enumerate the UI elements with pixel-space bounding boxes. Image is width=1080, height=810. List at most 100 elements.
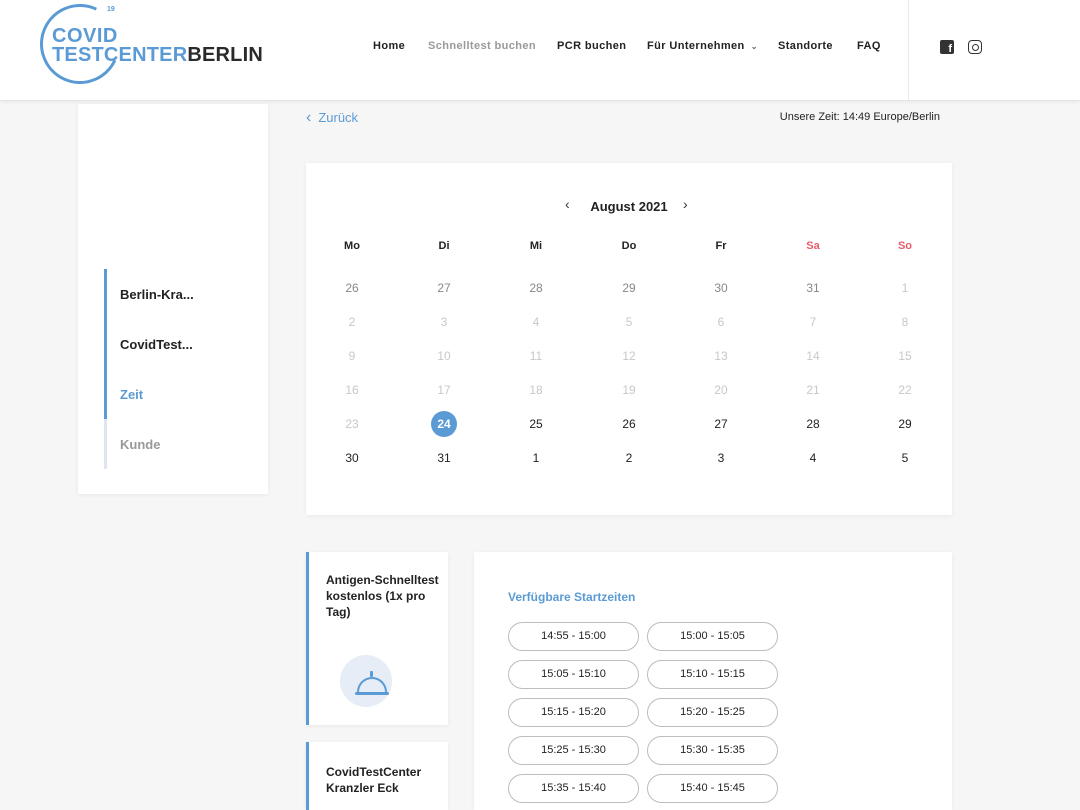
step-label: Kunde [120,436,161,452]
calendar-day[interactable]: 3 [675,441,767,475]
chevron-down-icon: ⌄ [750,42,758,51]
calendar-day[interactable]: 1 [490,441,582,475]
available-times-panel: Verfügbare Startzeiten 14:55 - 15:00 15:0… [474,552,952,810]
calendar-day: 13 [714,349,728,363]
nav-home[interactable]: Home [373,40,405,52]
location-title: CovidTestCenter Kranzler Eck [326,765,422,795]
calendar-day[interactable]: 5 [859,441,951,475]
calendar-day[interactable]: 2 [583,441,675,475]
nav-label: PCR buchen [557,40,627,52]
calendar-day[interactable]: 24 [398,407,490,441]
calendar-day: 18 [529,383,543,397]
time-slot-button[interactable]: 15:20 - 15:25 [647,698,778,727]
nav-faq[interactable]: FAQ [857,40,881,52]
chevron-left-icon: ‹ [306,108,312,126]
nav-f-r-unternehmen[interactable]: Für Unternehmen ⌄ [647,40,758,52]
service-title: Antigen-Schnelltest kostenlos (1x pro Ta… [326,573,439,619]
facebook-icon[interactable]: f [940,40,954,55]
step-label: Zeit [120,386,144,402]
step-1[interactable]: Berlin-Kra... [104,269,264,319]
time-slot-button[interactable]: 15:30 - 15:35 [647,736,778,765]
nav-pcr-buchen[interactable]: PCR buchen [557,40,626,52]
calendar-day[interactable]: 26 [583,407,675,441]
time-slot-button[interactable]: 15:35 - 15:40 [508,774,639,803]
calendar-day: 7 [809,315,817,329]
calendar-day: 12 [622,349,636,363]
nav-label: Home [373,40,406,52]
time-slot-button[interactable]: 15:00 - 15:05 [647,622,778,651]
calendar-day: 30 [714,281,728,295]
back-label: Zurück [318,110,359,125]
calendar-day: 15 [898,349,912,363]
calendar-day[interactable]: 25 [490,407,582,441]
step-list: Berlin-Kra... CovidTest... Zeit Kunde [104,269,264,469]
calendar-day: 11 [529,349,543,363]
nav-standorte[interactable]: Standorte [778,40,833,52]
calendar-day: 26 [345,281,359,295]
logo[interactable]: 19 COVID TESTCENTERBERLIN [28,0,270,96]
calendar-day: 3 [440,315,448,329]
nav-label: FAQ [857,40,881,52]
calendar-day: 19 [622,383,636,397]
step-label: CovidTest... [120,336,193,352]
weekday-so: So [897,240,913,252]
calendar-day[interactable]: 27 [675,407,767,441]
service-card[interactable]: Antigen-Schnelltest kostenlos (1x pro Ta… [306,552,448,725]
calendar-day: 10 [437,349,451,363]
calendar-day: 21 [806,383,820,397]
calendar-month: August 2021 [590,199,668,214]
logo-line-2: TESTCENTERBERLIN [52,44,263,67]
calendar-day: 27 [437,281,451,295]
nav-schnelltest-buchen[interactable]: Schnelltest buchen [428,40,536,52]
calendar-day[interactable]: 28 [767,407,859,441]
location-card[interactable]: CovidTestCenter Kranzler Eck [306,742,448,810]
weekday-di: Di [438,240,450,252]
calendar-day: 14 [806,349,820,363]
calendar-day: 6 [717,315,725,329]
calendar-day[interactable]: 4 [767,441,859,475]
calendar: ‹ August 2021 › Mo Di Mi Do Fr Sa So 26 27 28 29 3… [306,163,952,515]
time-slot-button[interactable]: 15:10 - 15:15 [647,660,778,689]
logo-superscript: 19 [107,6,115,13]
nav-label: Für Unternehmen [647,40,745,52]
calendar-day[interactable]: 31 [398,441,490,475]
time-slot-button[interactable]: 15:25 - 15:30 [508,736,639,765]
site-header: 19 COVID TESTCENTERBERLIN Home Schnelltes… [0,0,1080,101]
calendar-day: 2 [348,315,356,329]
step-4: Kunde [104,419,264,469]
header-divider [908,0,909,101]
nav-label: Standorte [778,40,833,52]
calendar-day[interactable]: 29 [859,407,951,441]
instagram-icon[interactable] [968,40,982,54]
step-3[interactable]: Zeit [104,369,264,419]
logo-line-2b: BERLIN [187,44,263,66]
calendar-day: 5 [625,315,633,329]
time-slot-button[interactable]: 14:55 - 15:00 [508,622,639,651]
nav-label: Schnelltest buchen [428,40,537,52]
timezone-info: Unsere Zeit: 14:49 Europe/Berlin [779,111,940,123]
calendar-day: 17 [437,383,451,397]
weekday-fr: Fr [715,240,727,252]
logo-line-2a: TESTCENTER [52,44,188,66]
calendar-day: 23 [345,417,359,431]
back-link[interactable]: ‹ Zurück [306,108,359,126]
time-slot-button[interactable]: 15:05 - 15:10 [508,660,639,689]
cloche-icon [340,655,392,707]
calendar-day[interactable]: 30 [306,441,398,475]
weekday-mo: Mo [344,240,360,252]
booking-steps-sidebar: Berlin-Kra... CovidTest... Zeit Kunde [78,104,268,494]
calendar-day: 8 [901,315,909,329]
calendar-day: 28 [529,281,543,295]
time-slot-button[interactable]: 15:40 - 15:45 [647,774,778,803]
weekday-sa: Sa [806,240,820,252]
step-2[interactable]: CovidTest... [104,319,264,369]
calendar-day: 31 [806,281,820,295]
step-label: Berlin-Kra... [120,286,194,302]
calendar-day: 9 [348,349,356,363]
calendar-day: 4 [532,315,540,329]
next-month-button[interactable]: › [683,196,688,212]
calendar-day: 20 [714,383,728,397]
calendar-day: 16 [345,383,359,397]
available-times-title: Verfügbare Startzeiten [508,590,636,604]
time-slot-button[interactable]: 15:15 - 15:20 [508,698,639,727]
